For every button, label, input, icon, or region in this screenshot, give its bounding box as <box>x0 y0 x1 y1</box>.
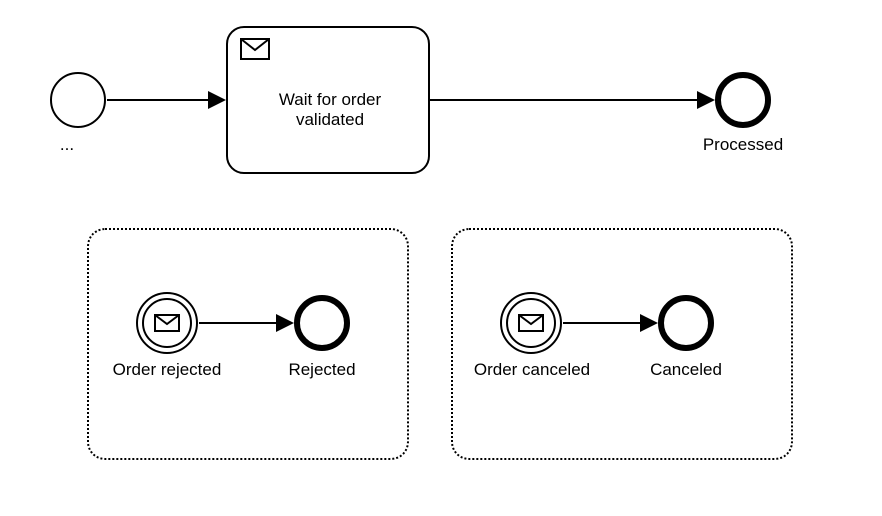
end-event-label: Rejected <box>272 360 372 380</box>
start-event <box>50 72 106 128</box>
event-subprocess: Order canceled Canceled <box>451 228 793 460</box>
message-icon <box>154 314 180 332</box>
end-event <box>658 295 714 351</box>
arrowhead-icon <box>697 91 715 109</box>
task-label: Wait for order validated <box>228 90 432 129</box>
sequence-flow <box>199 322 279 324</box>
message-start-event-label: Order canceled <box>467 360 597 380</box>
bpmn-diagram: ... Wait for order validated Processed <box>0 0 882 516</box>
arrowhead-icon <box>276 314 294 332</box>
event-subprocess: Order rejected Rejected <box>87 228 409 460</box>
message-start-event <box>500 292 562 354</box>
end-event <box>715 72 771 128</box>
arrowhead-icon <box>640 314 658 332</box>
end-event-label: Processed <box>693 135 793 155</box>
message-start-event-label: Order rejected <box>107 360 227 380</box>
arrowhead-icon <box>208 91 226 109</box>
end-event-label: Canceled <box>636 360 736 380</box>
sequence-flow <box>107 99 211 101</box>
message-start-event <box>136 292 198 354</box>
end-event <box>294 295 350 351</box>
sequence-flow <box>563 322 643 324</box>
start-event-label: ... <box>42 135 92 155</box>
message-icon <box>240 38 270 60</box>
sequence-flow <box>430 99 700 101</box>
message-icon <box>518 314 544 332</box>
receive-task: Wait for order validated <box>226 26 430 174</box>
